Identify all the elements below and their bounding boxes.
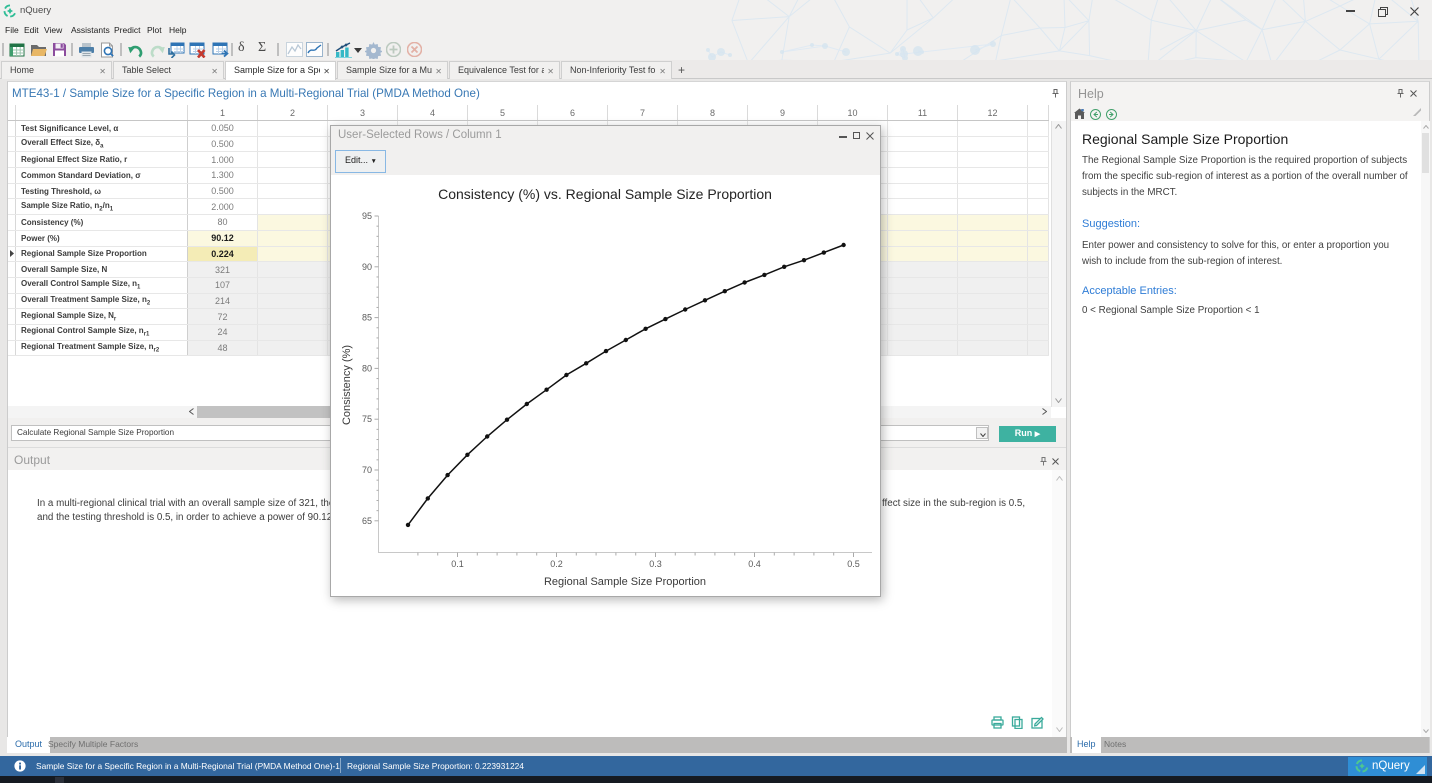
svg-text:80: 80	[362, 363, 372, 373]
svg-text:Regional Sample Size Proportio: Regional Sample Size Proportion	[544, 576, 706, 588]
svg-text:90: 90	[362, 262, 372, 272]
svg-text:75: 75	[362, 414, 372, 424]
svg-text:0.3: 0.3	[649, 559, 662, 569]
svg-text:0.5: 0.5	[847, 559, 860, 569]
svg-text:0.4: 0.4	[748, 559, 761, 569]
svg-text:Consistency (%) vs. Regional S: Consistency (%) vs. Regional Sample Size…	[438, 186, 772, 202]
svg-text:70: 70	[362, 465, 372, 475]
svg-text:0.2: 0.2	[550, 559, 563, 569]
svg-text:95: 95	[362, 211, 372, 221]
svg-text:65: 65	[362, 516, 372, 526]
svg-text:Consistency (%): Consistency (%)	[341, 345, 353, 425]
svg-text:0.1: 0.1	[451, 559, 464, 569]
svg-text:85: 85	[362, 313, 372, 323]
